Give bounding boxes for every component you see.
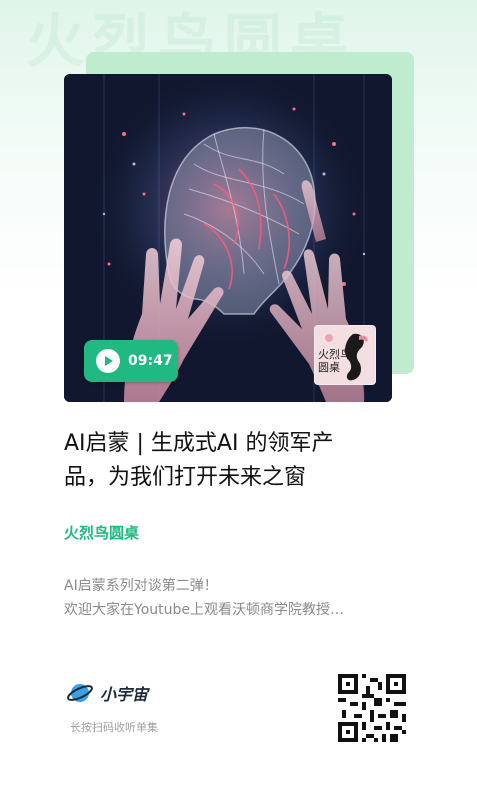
description-line-1: AI启蒙系列对谈第二弹！ [64, 578, 218, 594]
podcast-logo-badge: 火烈鸟圆桌 [314, 325, 376, 385]
podcast-author-link[interactable]: 火烈鸟圆桌 [64, 522, 139, 543]
episode-title-line-1: AI启蒙 | 生成式AI 的领军产 [64, 431, 334, 456]
play-icon [96, 349, 120, 373]
episode-description: AI启蒙系列对谈第二弹！ 欢迎大家在Youtube上观看沃顿商学院教授… [64, 574, 414, 622]
qr-code[interactable] [338, 674, 406, 742]
episode-title: AI启蒙 | 生成式AI 的领军产 品，为我们打开未来之窗 [64, 427, 404, 495]
episode-duration: 09:47 [128, 353, 173, 369]
episode-title-line-2: 品，为我们打开未来之窗 [64, 465, 307, 490]
description-line-2: 欢迎大家在Youtube上观看沃顿商学院教授… [64, 602, 344, 618]
play-button[interactable]: 09:47 [84, 340, 178, 382]
brand-name: 小宇宙 [100, 685, 149, 704]
qr-code-icon [338, 674, 406, 742]
badge-label: 火烈鸟圆桌 [318, 348, 351, 374]
planet-icon [67, 684, 93, 702]
brand-logo: 小宇宙 [66, 680, 148, 706]
scan-hint: 长按扫码收听单集 [70, 721, 158, 734]
